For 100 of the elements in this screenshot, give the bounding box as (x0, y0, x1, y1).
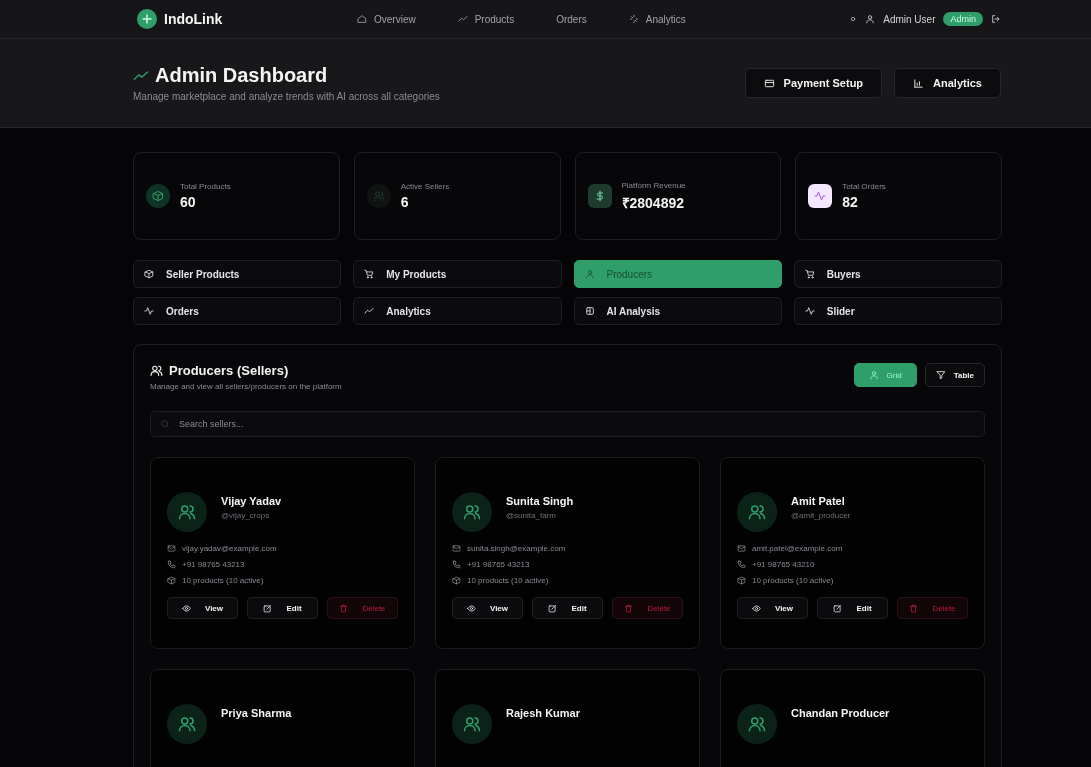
seller-handle: @vijay_crops (221, 511, 271, 520)
users-icon (178, 503, 196, 521)
seller-products: 10 products (10 active) (182, 576, 264, 585)
trash-icon (339, 603, 349, 613)
card-action-button[interactable]: View (737, 597, 808, 619)
card-action-button[interactable]: View (167, 597, 238, 619)
nav-link[interactable]: Overview (357, 13, 416, 25)
edit-icon (548, 603, 558, 613)
eye-icon (181, 603, 191, 613)
card-action-button[interactable]: View (452, 597, 523, 619)
eye-icon (751, 603, 761, 613)
pulse-icon (144, 306, 154, 316)
seller-email: sunita.singh@example.com (467, 544, 566, 553)
seller-name: Vijay Yadav (221, 495, 282, 507)
seller-handle: @sunita_farm (506, 511, 557, 520)
seller-name: Rajesh Kumar (506, 707, 580, 719)
cart-icon (804, 269, 815, 279)
tab[interactable]: Buyers (793, 260, 1002, 288)
seller-phone: +91 98765 43213 (182, 560, 245, 569)
users-icon (178, 715, 196, 733)
tab[interactable]: Analytics (353, 297, 562, 325)
box-icon (152, 190, 164, 202)
users-icon (463, 503, 481, 521)
seller-products: 10 products (10 active) (467, 576, 549, 585)
cart-icon (364, 269, 375, 279)
view-toggle[interactable]: Table (924, 363, 985, 387)
seller-name: Priya Sharma (221, 707, 292, 719)
users-icon (748, 503, 766, 521)
box-icon (452, 576, 461, 585)
users-icon (748, 715, 766, 733)
seller-name: Chandan Producer (791, 707, 890, 719)
box-icon (167, 576, 176, 585)
mail-icon (737, 544, 746, 553)
brand-name[interactable]: IndoLink (164, 11, 223, 27)
nav-link[interactable]: Products (457, 13, 515, 25)
tab[interactable]: Seller Products (133, 260, 342, 288)
seller-email: amit.patel@example.com (752, 544, 843, 553)
nav-link[interactable]: Orders (556, 13, 587, 25)
panel-subtitle: Manage and view all sellers/producers on the platform (150, 382, 343, 391)
search-icon (160, 419, 170, 429)
card-action-button[interactable]: Edit (532, 597, 603, 619)
seller-name: Amit Patel (791, 495, 846, 507)
box-icon (144, 269, 154, 279)
mail-icon (452, 544, 461, 553)
user-name: Admin User (883, 13, 936, 25)
stat-value: 60 (180, 194, 197, 210)
header-button[interactable]: Analytics (894, 68, 1001, 98)
logout-icon (991, 14, 1001, 24)
bar-chart-icon (913, 77, 925, 89)
trend-line-icon (457, 14, 468, 24)
pulse-icon (814, 190, 827, 202)
user-icon (868, 370, 879, 380)
stat-label: Total Products (180, 182, 231, 191)
phone-icon (167, 560, 176, 569)
seller-phone: +91 98765 43213 (467, 560, 530, 569)
card-action-button[interactable]: Edit (817, 597, 888, 619)
trash-icon (909, 603, 919, 613)
filter-icon (935, 370, 946, 380)
eye-icon (466, 603, 476, 613)
tab[interactable]: Slider (793, 297, 1002, 325)
stat-label: Platform Revenue (621, 180, 686, 190)
box-icon (737, 576, 746, 585)
mail-icon (167, 544, 176, 553)
users-icon (463, 715, 481, 733)
chip-icon (584, 306, 595, 316)
role-badge: Admin (943, 12, 983, 26)
phone-icon (452, 560, 461, 569)
panel-title: Producers (Sellers) (169, 363, 289, 378)
seller-email: vijay.yadav@example.com (182, 544, 277, 553)
edit-icon (833, 603, 843, 613)
search-field[interactable]: Search sellers... (150, 411, 985, 437)
edit-icon (263, 603, 273, 613)
logo-icon[interactable] (137, 9, 157, 29)
tab[interactable]: My Products (353, 260, 562, 288)
page-subtitle: Manage marketplace and analyze trends with AI across all categories (133, 91, 441, 102)
page-title: Admin Dashboard (155, 64, 328, 87)
stat-value: 82 (842, 194, 859, 210)
phone-icon (737, 560, 746, 569)
house-icon (357, 14, 367, 24)
sparkle-icon (628, 14, 639, 24)
seller-handle: @amit_producer (791, 511, 851, 520)
pulse-icon (804, 306, 815, 316)
stat-label: Active Sellers (400, 182, 450, 191)
stat-value: ₹2804892 (621, 193, 685, 212)
users-icon (150, 364, 163, 377)
stat-label: Total Orders (842, 182, 886, 191)
users-icon (372, 190, 385, 202)
seller-products: 10 products (10 active) (752, 576, 834, 585)
nav-link[interactable]: Analytics (628, 13, 686, 25)
tab[interactable]: Orders (133, 297, 342, 325)
header-button[interactable]: Payment Setup (744, 68, 883, 98)
trend-line-icon (364, 306, 375, 316)
card-icon (763, 77, 775, 89)
user-icon (584, 269, 595, 279)
card-action-button[interactable]: Edit (247, 597, 318, 619)
seller-name: Sunita Singh (506, 495, 574, 507)
stat-value: 6 (400, 194, 410, 210)
tab[interactable]: AI Analysis (573, 297, 782, 325)
user-icon (865, 14, 876, 24)
seller-phone: +91 98765 43210 (752, 560, 815, 569)
